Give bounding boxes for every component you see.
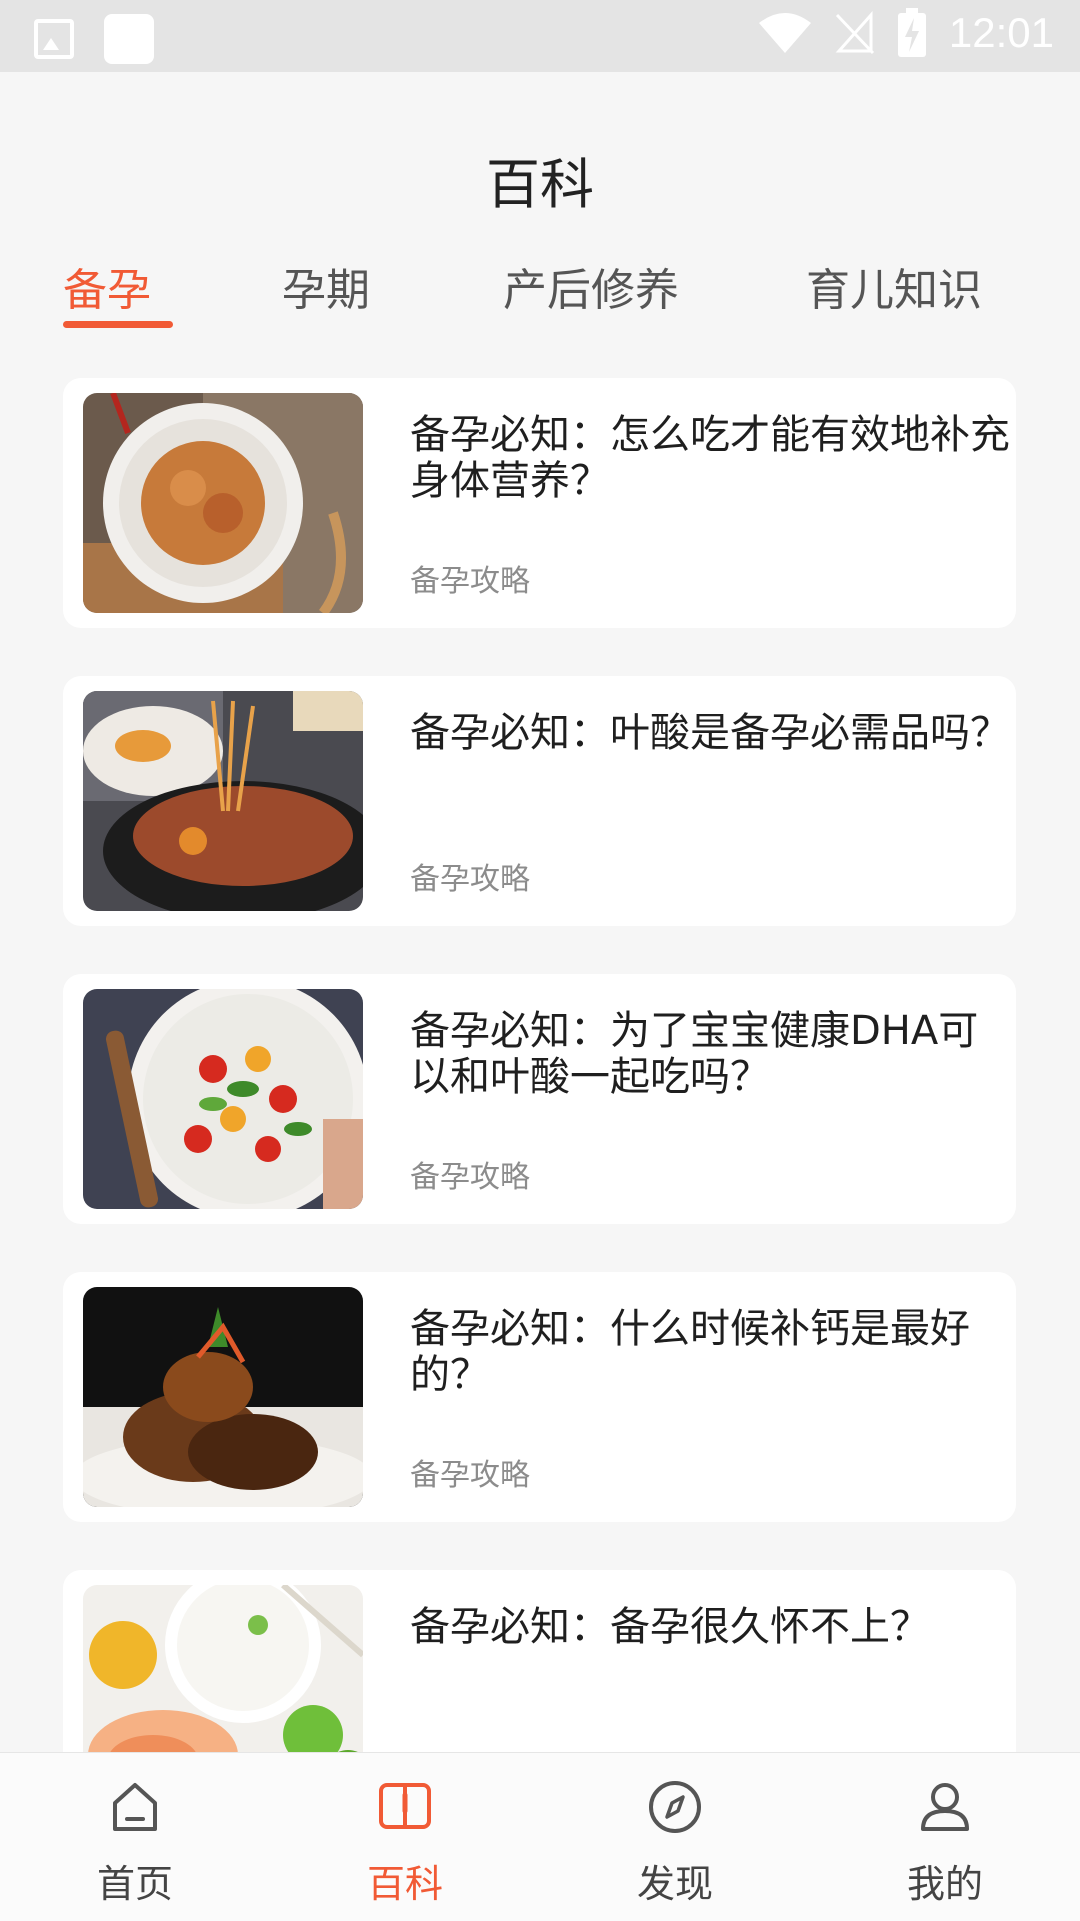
article-title: 备孕必知：叶酸是备孕必需品吗？: [410, 710, 1010, 756]
nav-discover[interactable]: 发现: [540, 1753, 810, 1921]
tab-chanhou[interactable]: 产后修养: [503, 254, 679, 318]
tab-yuer[interactable]: 育儿知识: [806, 254, 982, 318]
nav-discover-label: 发现: [636, 1862, 713, 1906]
wifi-icon: [758, 13, 811, 53]
clock: 12:01: [948, 9, 1054, 56]
nav-home-label: 首页: [96, 1862, 173, 1906]
status-bar: 12:01: [0, 0, 1080, 72]
article-tag: 备孕攻略: [410, 564, 530, 599]
article-card[interactable]: 备孕必知：为了宝宝健康DHA可以和叶酸一起吃吗？ 备孕攻略: [63, 974, 1016, 1224]
battery-charging-icon: [897, 8, 926, 57]
tab-yunqi[interactable]: 孕期: [282, 254, 370, 318]
app-notification-icon: [104, 14, 154, 64]
image-notification-icon: [34, 19, 74, 59]
tab-beiyun[interactable]: 备孕: [63, 254, 151, 318]
no-signal-icon: [835, 11, 874, 55]
article-tag: 备孕攻略: [410, 1458, 530, 1493]
category-tabs: 备孕 孕期 产后修养 育儿知识: [0, 254, 1080, 334]
nav-home[interactable]: 首页: [0, 1753, 270, 1921]
user-icon: [921, 1783, 969, 1831]
article-title: 备孕必知：怎么吃才能有效地补充身体营养？: [410, 412, 1010, 504]
article-title: 备孕必知：备孕很久怀不上？: [410, 1604, 930, 1650]
article-thumbnail: [83, 691, 363, 911]
book-icon: [379, 1783, 431, 1829]
nav-baike[interactable]: 百科: [270, 1753, 540, 1921]
bottom-nav: 首页 百科 发现 我的: [0, 1752, 1080, 1921]
nav-profile-label: 我的: [906, 1862, 983, 1906]
article-tag: 备孕攻略: [410, 862, 530, 897]
page-title: 百科: [486, 153, 594, 216]
compass-icon: [649, 1781, 701, 1833]
nav-baike-label: 百科: [366, 1862, 443, 1906]
nav-profile[interactable]: 我的: [810, 1753, 1080, 1921]
article-title: 备孕必知：什么时候补钙是最好的？: [410, 1306, 970, 1398]
home-icon: [113, 1783, 157, 1831]
article-thumbnail: [83, 989, 363, 1209]
article-tag: 备孕攻略: [410, 1160, 530, 1195]
article-card[interactable]: 备孕必知：叶酸是备孕必需品吗？ 备孕攻略: [63, 676, 1016, 926]
active-tab-indicator: [63, 321, 173, 328]
article-title: 备孕必知：为了宝宝健康DHA可以和叶酸一起吃吗？: [410, 1008, 979, 1100]
article-thumbnail: [83, 393, 363, 613]
article-card[interactable]: 备孕必知：怎么吃才能有效地补充身体营养？ 备孕攻略: [63, 378, 1016, 628]
article-card[interactable]: 备孕必知：什么时候补钙是最好的？ 备孕攻略: [63, 1272, 1016, 1522]
article-thumbnail: [83, 1287, 363, 1507]
